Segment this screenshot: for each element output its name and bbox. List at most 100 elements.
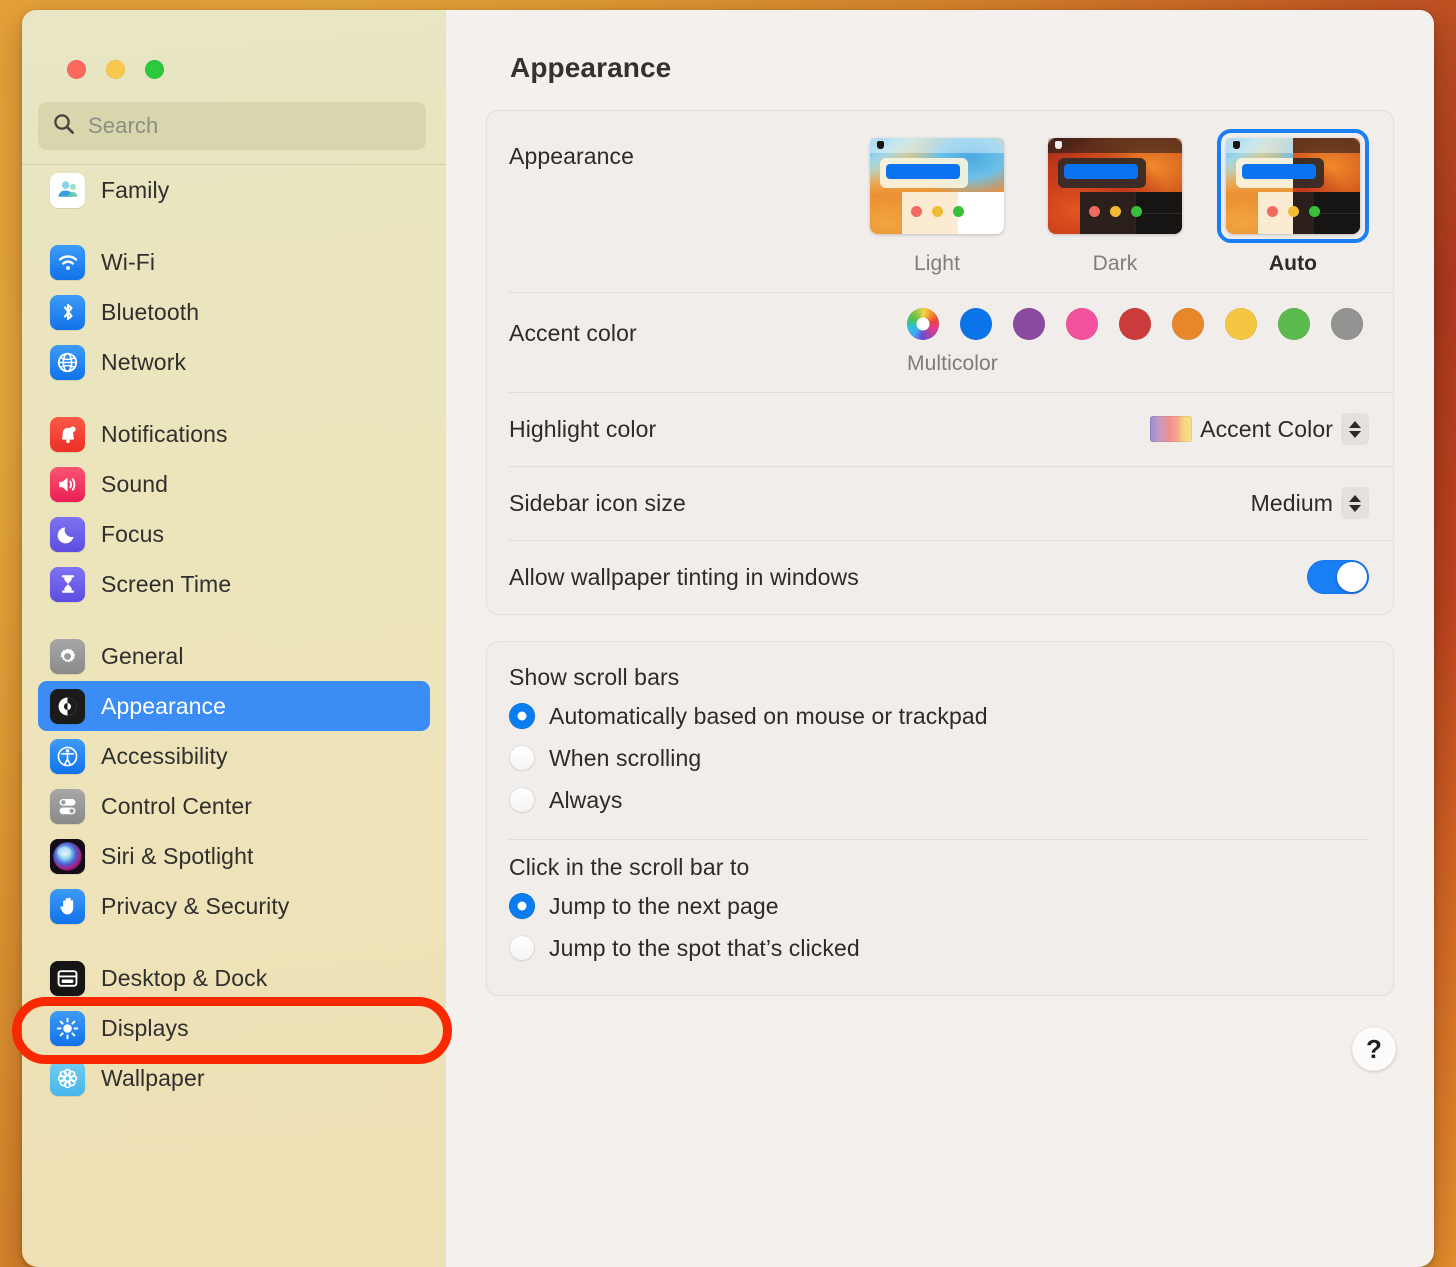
sound-icon [50, 466, 85, 502]
siri-icon [50, 838, 85, 874]
nav-group-account: Family [22, 165, 446, 215]
sidebar-item-displays[interactable]: Displays [38, 1003, 430, 1053]
accent-swatch-pink[interactable] [1066, 308, 1098, 340]
radio-button[interactable] [509, 935, 535, 961]
radio-button[interactable] [509, 787, 535, 813]
highlight-color-row: Highlight color Accent Color [487, 392, 1393, 466]
sidebar-item-label: Control Center [101, 792, 252, 819]
appearance-options: Light Dark Auto [861, 129, 1369, 276]
nav-group-system-alerts: Notifications Sound Focus Screen Time [22, 409, 446, 609]
sidebar: Search Family Wi-Fi Bluetooth Network No… [22, 10, 446, 1267]
sidebar-item-label: Wallpaper [101, 1064, 205, 1091]
screen-time-icon [50, 566, 85, 602]
family-icon [50, 172, 85, 208]
accent-swatch-graphite[interactable] [1331, 308, 1363, 340]
highlight-color-value: Accent Color [1200, 415, 1333, 442]
sidebar-item-label: Bluetooth [101, 298, 200, 325]
show-scroll-bars-label: Show scroll bars [509, 664, 680, 690]
help-button[interactable]: ? [1352, 1027, 1396, 1071]
sidebar-item-focus[interactable]: Focus [38, 509, 430, 559]
sidebar-item-wallpaper[interactable]: Wallpaper [38, 1053, 430, 1103]
minimize-button[interactable] [106, 60, 125, 79]
sidebar-item-notifications[interactable]: Notifications [38, 409, 430, 459]
radio-scrollbar-always[interactable]: Always [509, 779, 1369, 821]
radio-click-next-page[interactable]: Jump to the next page [509, 885, 1369, 927]
zoom-button[interactable] [145, 60, 164, 79]
click-scroll-bar-label: Click in the scroll bar to [509, 854, 750, 880]
accent-swatch-blue[interactable] [960, 308, 992, 340]
radio-button[interactable] [509, 745, 535, 771]
appearance-row: Appearance Light Dark Auto [487, 111, 1393, 292]
sidebar-item-label: Screen Time [101, 570, 232, 597]
sidebar-item-privacy-security[interactable]: Privacy & Security [38, 881, 430, 931]
sidebar-item-label: Family [101, 176, 170, 203]
wallpaper-tinting-toggle[interactable] [1307, 560, 1369, 594]
sidebar-scroll-area[interactable]: Family Wi-Fi Bluetooth Network Notificat… [22, 164, 446, 1267]
appearance-settings-card: Appearance Light Dark Auto Accent color … [486, 110, 1394, 615]
sidebar-item-label: Privacy & Security [101, 892, 290, 919]
chevron-updown-icon[interactable] [1341, 487, 1369, 519]
accent-swatch-purple[interactable] [1013, 308, 1045, 340]
sidebar-item-wifi[interactable]: Wi-Fi [38, 237, 430, 287]
search-icon [52, 112, 76, 141]
radio-scrollbar-when-scrolling[interactable]: When scrolling [509, 737, 1369, 779]
sidebar-item-screen-time[interactable]: Screen Time [38, 559, 430, 609]
sidebar-item-family[interactable]: Family [38, 165, 430, 215]
sidebar-item-siri-spotlight[interactable]: Siri & Spotlight [38, 831, 430, 881]
sidebar-icon-size-popup[interactable]: Medium [1251, 487, 1369, 519]
sidebar-item-accessibility[interactable]: Accessibility [38, 731, 430, 781]
sidebar-item-label: Accessibility [101, 742, 228, 769]
divider [509, 839, 1369, 840]
sidebar-item-label: Desktop & Dock [101, 964, 268, 991]
appearance-option-label: Auto [1268, 252, 1318, 275]
sidebar-item-label: General [101, 642, 184, 669]
desktop-dock-icon [50, 960, 85, 996]
sidebar-item-label: Sound [101, 470, 169, 497]
wallpaper-icon [50, 1060, 85, 1096]
wallpaper-tinting-row: Allow wallpaper tinting in windows [487, 540, 1393, 614]
radio-button[interactable] [509, 893, 535, 919]
radio-button[interactable] [509, 703, 535, 729]
radio-click-spot-clicked[interactable]: Jump to the spot that’s clicked [509, 927, 1369, 969]
radio-label: Jump to the spot that’s clicked [549, 934, 860, 961]
partially-scrolled-item [22, 164, 446, 165]
system-settings-window: Search Family Wi-Fi Bluetooth Network No… [22, 10, 1434, 1267]
search-input[interactable]: Search [38, 102, 426, 150]
accent-color-row: Accent color Multicolor [487, 292, 1393, 392]
accent-color-selected-name: Multicolor [907, 352, 998, 375]
close-button[interactable] [67, 60, 86, 79]
highlight-color-popup[interactable]: Accent Color [1150, 413, 1369, 445]
radio-label: When scrolling [549, 744, 702, 771]
sidebar-item-appearance[interactable]: Appearance [38, 681, 430, 731]
appearance-option-label: Dark [1092, 252, 1138, 275]
nav-group-connectivity: Wi-Fi Bluetooth Network [22, 237, 446, 387]
sidebar-item-general[interactable]: General [38, 631, 430, 681]
network-icon [50, 344, 85, 380]
sidebar-icon-size-value: Medium [1250, 489, 1333, 516]
sidebar-item-label: Network [101, 348, 187, 375]
chevron-updown-icon[interactable] [1341, 413, 1369, 445]
appearance-option-dark[interactable]: Dark [1039, 129, 1191, 276]
sidebar-item-label: Focus [101, 520, 165, 547]
window-controls [22, 10, 446, 102]
sidebar-item-control-center[interactable]: Control Center [38, 781, 430, 831]
appearance-option-auto[interactable]: Auto [1217, 129, 1369, 276]
sidebar-item-sound[interactable]: Sound [38, 459, 430, 509]
sidebar-item-label: Siri & Spotlight [101, 842, 254, 869]
appearance-icon [50, 688, 85, 724]
appearance-option-light[interactable]: Light [861, 129, 1013, 276]
wifi-icon [50, 244, 85, 280]
highlight-color-chip [1150, 416, 1193, 442]
accent-swatch-orange[interactable] [1172, 308, 1204, 340]
nav-group-system: General Appearance Accessibility Control… [22, 631, 446, 931]
accent-swatch-green[interactable] [1278, 308, 1310, 340]
sidebar-item-bluetooth[interactable]: Bluetooth [38, 287, 430, 337]
sidebar-item-desktop-dock[interactable]: Desktop & Dock [38, 953, 430, 1003]
sidebar-item-network[interactable]: Network [38, 337, 430, 387]
accent-swatch-yellow[interactable] [1225, 308, 1257, 340]
accent-swatch-red[interactable] [1119, 308, 1151, 340]
accent-swatch-multicolor[interactable] [907, 308, 939, 340]
radio-scrollbar-automatic[interactable]: Automatically based on mouse or trackpad [509, 695, 1369, 737]
sidebar-icon-size-label: Sidebar icon size [509, 489, 686, 516]
bluetooth-icon [50, 294, 85, 330]
